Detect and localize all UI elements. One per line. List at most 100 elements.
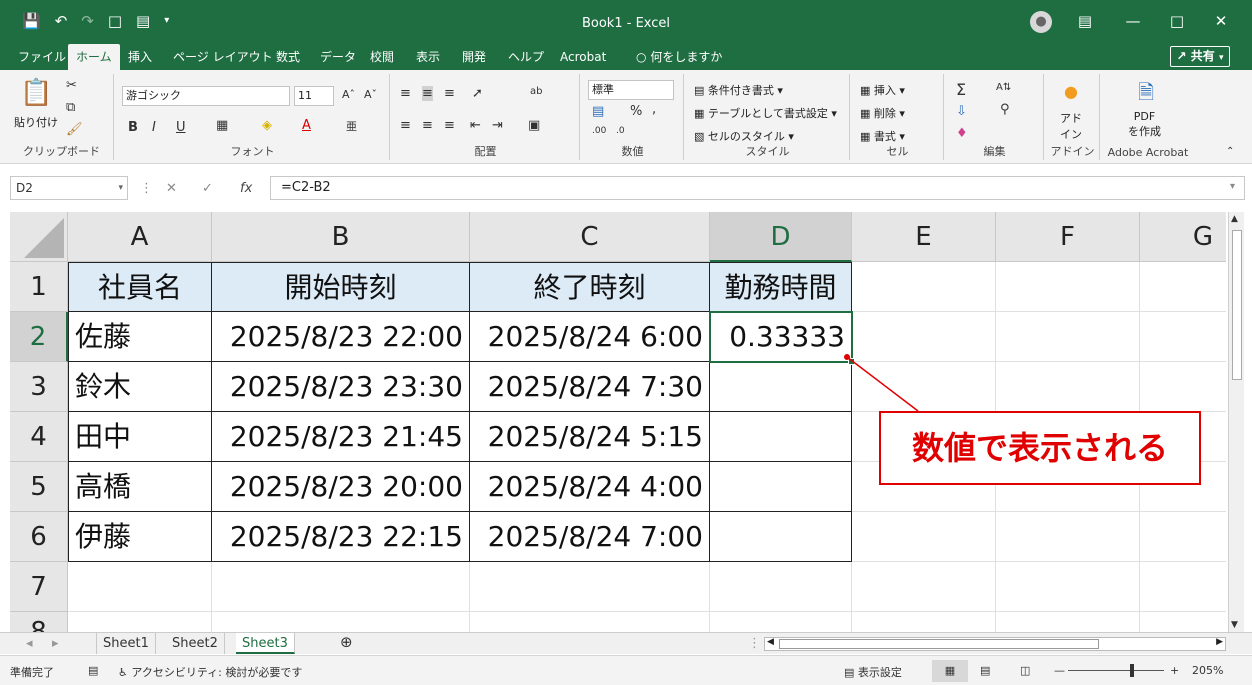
- align-left-icon[interactable]: ≡: [400, 118, 411, 133]
- increase-decimal-icon[interactable]: .00: [592, 126, 606, 136]
- create-pdf-button[interactable]: PDF を作成: [1128, 110, 1161, 139]
- clear-icon[interactable]: ♦: [956, 126, 968, 141]
- decrease-decimal-icon[interactable]: .0: [616, 126, 625, 136]
- zoom-in-icon[interactable]: +: [1170, 664, 1179, 677]
- horizontal-scrollbar[interactable]: ◀ ▶: [764, 637, 1226, 651]
- increase-indent-icon[interactable]: ⇥: [492, 118, 503, 133]
- select-all-button[interactable]: [10, 212, 68, 262]
- column-header-g[interactable]: G: [1140, 212, 1226, 262]
- tab-data[interactable]: データ: [312, 44, 364, 70]
- cell-b8[interactable]: [212, 612, 470, 632]
- share-button[interactable]: ↗ 共有 ▾: [1170, 46, 1230, 67]
- cell-c7[interactable]: [470, 562, 710, 612]
- scroll-up-icon[interactable]: ▲: [1231, 214, 1238, 224]
- addins-button[interactable]: アド イン: [1060, 110, 1082, 142]
- delete-cells-button[interactable]: ▦ 削除 ▾: [860, 105, 905, 121]
- cell-g8[interactable]: [1140, 612, 1226, 632]
- scroll-right-icon[interactable]: ▸: [46, 633, 65, 654]
- cell-f7[interactable]: [996, 562, 1140, 612]
- cell-b3[interactable]: 2025/8/23 23:30: [212, 362, 470, 412]
- cell-d7[interactable]: [710, 562, 852, 612]
- cell-a3[interactable]: 鈴木: [68, 362, 212, 412]
- cell-a4[interactable]: 田中: [68, 412, 212, 462]
- accessibility-status[interactable]: ♿ アクセシビリティ: 検討が必要です: [118, 664, 302, 680]
- decrease-indent-icon[interactable]: ⇤: [470, 118, 481, 133]
- cell-e1[interactable]: [852, 262, 996, 312]
- font-color-icon[interactable]: A: [302, 118, 311, 133]
- row-header-1[interactable]: 1: [10, 262, 68, 312]
- tab-help[interactable]: ヘルプ: [500, 44, 552, 70]
- cell-c1[interactable]: 終了時刻: [470, 262, 710, 312]
- row-header-2[interactable]: 2: [10, 312, 68, 362]
- cell-c2[interactable]: 2025/8/24 6:00: [470, 312, 710, 362]
- cell-g6[interactable]: [1140, 512, 1226, 562]
- cell-c4[interactable]: 2025/8/24 5:15: [470, 412, 710, 462]
- tab-insert[interactable]: 挿入: [120, 44, 160, 70]
- close-icon[interactable]: ✕: [1206, 12, 1236, 30]
- format-painter-icon[interactable]: 🖌: [66, 122, 83, 137]
- format-as-table-button[interactable]: ▦ テーブルとして書式設定 ▾: [694, 105, 837, 121]
- avatar[interactable]: ●: [1030, 11, 1052, 33]
- align-center-icon[interactable]: ≡: [422, 118, 433, 133]
- tab-file[interactable]: ファイル: [10, 44, 74, 70]
- scroll-right-arrow-icon[interactable]: ▶: [1216, 637, 1223, 647]
- sort-filter-icon[interactable]: A⇅: [996, 82, 1011, 93]
- fill-icon[interactable]: ⇩: [956, 104, 967, 119]
- normal-view-icon[interactable]: ▦: [932, 660, 968, 682]
- cut-icon[interactable]: ✂: [66, 78, 77, 93]
- scroll-left-arrow-icon[interactable]: ◀: [767, 637, 774, 647]
- cell-g3[interactable]: [1140, 362, 1226, 412]
- collapse-ribbon-icon[interactable]: ⌃: [1226, 146, 1234, 157]
- cell-d4[interactable]: [710, 412, 852, 462]
- cell-b6[interactable]: 2025/8/23 22:15: [212, 512, 470, 562]
- cell-c8[interactable]: [470, 612, 710, 632]
- addins-icon[interactable]: ●: [1064, 82, 1078, 101]
- border-icon[interactable]: ▦: [216, 118, 228, 133]
- align-right-icon[interactable]: ≡: [444, 118, 455, 133]
- cell-f2[interactable]: [996, 312, 1140, 362]
- scroll-left-icon[interactable]: ◂: [20, 633, 39, 654]
- formula-input[interactable]: =C2-B2: [270, 176, 1245, 200]
- cell-e8[interactable]: [852, 612, 996, 632]
- row-header-3[interactable]: 3: [10, 362, 68, 412]
- paste-button[interactable]: 貼り付け: [14, 114, 58, 130]
- cell-g2[interactable]: [1140, 312, 1226, 362]
- row-header-4[interactable]: 4: [10, 412, 68, 462]
- orientation-icon[interactable]: ➚: [472, 86, 483, 101]
- cell-f3[interactable]: [996, 362, 1140, 412]
- tab-developer[interactable]: 開発: [454, 44, 494, 70]
- page-layout-view-icon[interactable]: ▤: [980, 664, 990, 677]
- cell-c6[interactable]: 2025/8/24 7:00: [470, 512, 710, 562]
- cell-f8[interactable]: [996, 612, 1140, 632]
- cell-a7[interactable]: [68, 562, 212, 612]
- cell-b4[interactable]: 2025/8/23 21:45: [212, 412, 470, 462]
- tab-review[interactable]: 校閲: [362, 44, 402, 70]
- cell-a1[interactable]: 社員名: [68, 262, 212, 312]
- sheet-tab-1[interactable]: Sheet1: [96, 633, 156, 654]
- horizontal-scroll-thumb[interactable]: [779, 639, 1099, 649]
- cell-e6[interactable]: [852, 512, 996, 562]
- cell-f1[interactable]: [996, 262, 1140, 312]
- macro-record-icon[interactable]: ▤: [88, 664, 98, 677]
- cell-d6[interactable]: [710, 512, 852, 562]
- cell-b2[interactable]: 2025/8/23 22:00: [212, 312, 470, 362]
- vertical-scrollbar[interactable]: ▲ ▼: [1228, 212, 1244, 632]
- cell-a6[interactable]: 伊藤: [68, 512, 212, 562]
- percent-button[interactable]: %: [630, 104, 642, 119]
- font-size-select[interactable]: 11: [294, 86, 334, 106]
- cell-e3[interactable]: [852, 362, 996, 412]
- wrap-text-icon[interactable]: ab: [530, 86, 542, 97]
- font-grow-icon[interactable]: Aˆ: [342, 88, 355, 101]
- cell-c5[interactable]: 2025/8/24 4:00: [470, 462, 710, 512]
- cell-g1[interactable]: [1140, 262, 1226, 312]
- cell-g7[interactable]: [1140, 562, 1226, 612]
- zoom-slider-thumb[interactable]: [1130, 664, 1134, 677]
- cell-e2[interactable]: [852, 312, 996, 362]
- row-header-8[interactable]: 8: [10, 612, 68, 632]
- sheet-tab-2[interactable]: Sheet2: [166, 633, 225, 654]
- cell-d1[interactable]: 勤務時間: [710, 262, 852, 312]
- accounting-format-icon[interactable]: ▤: [592, 104, 604, 119]
- cell-e7[interactable]: [852, 562, 996, 612]
- insert-function-icon[interactable]: fx: [240, 181, 252, 196]
- cell-c3[interactable]: 2025/8/24 7:30: [470, 362, 710, 412]
